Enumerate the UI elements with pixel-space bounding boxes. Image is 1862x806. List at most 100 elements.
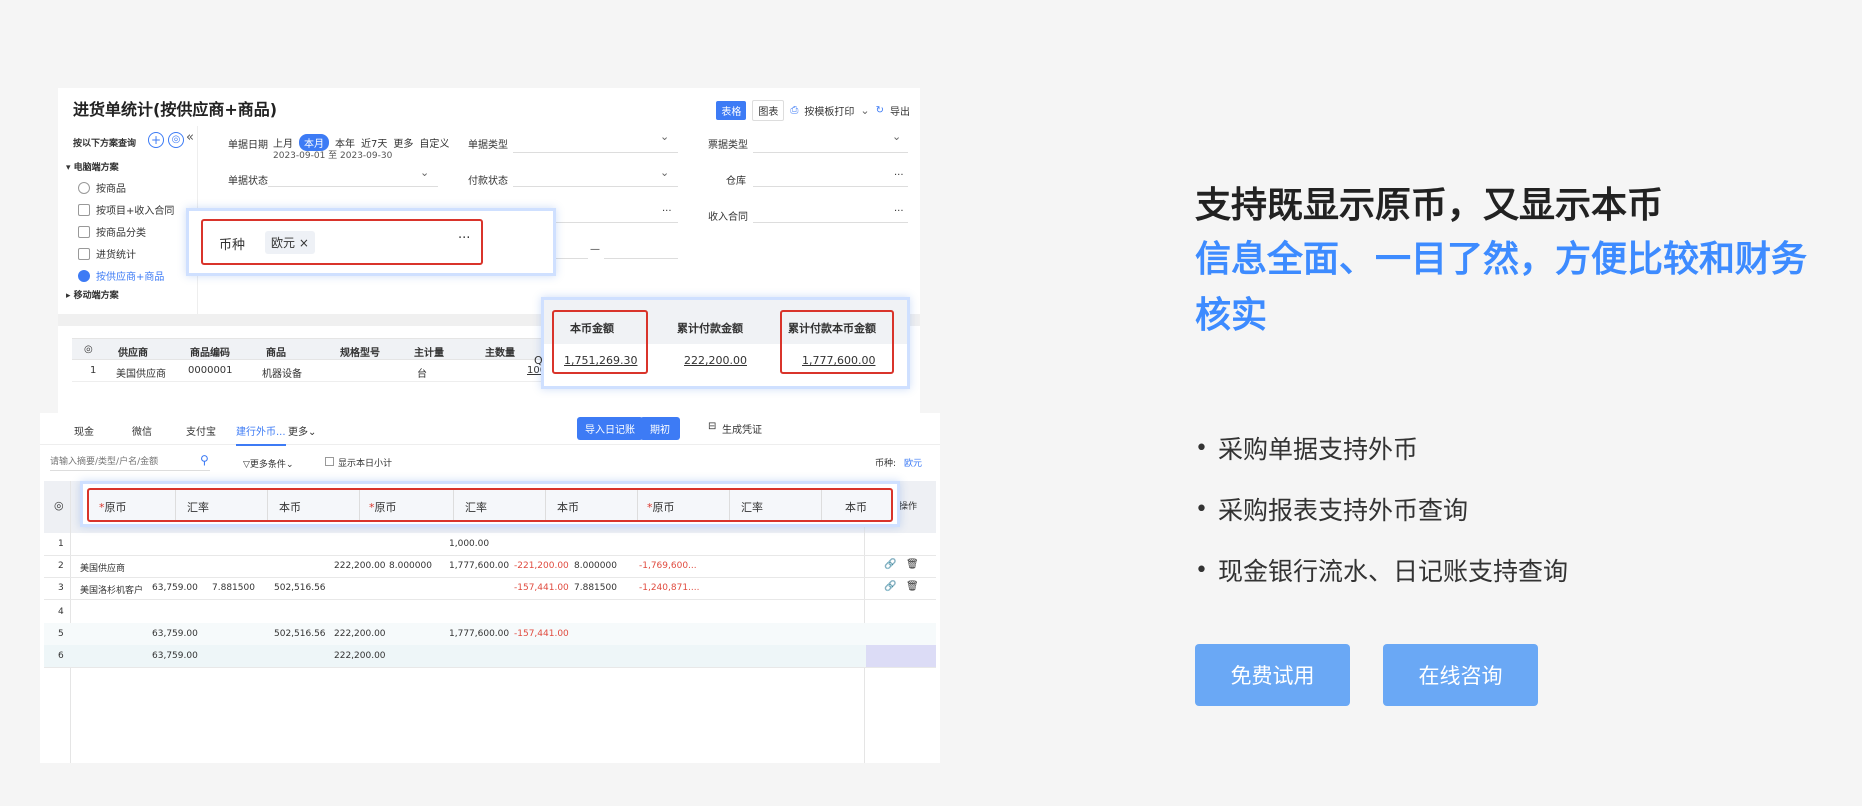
more-icon[interactable]: ··· [458, 231, 470, 246]
quick-date-more[interactable]: 更多 [393, 135, 413, 150]
table-cell: 6 [58, 651, 64, 661]
project-icon [78, 203, 90, 216]
generate-voucher-button[interactable]: 生成凭证 [722, 421, 762, 436]
table-row[interactable]: 4 [44, 601, 936, 624]
cumulative-local-value[interactable]: 1,777,600.00 [802, 354, 875, 367]
search-icon[interactable]: ⚲ [200, 453, 209, 467]
range-to-input[interactable] [604, 258, 678, 259]
table-row[interactable]: 1 1,000.00 [44, 533, 936, 556]
grid-cell: 1 [90, 365, 97, 376]
col-header-local: 本币 [557, 501, 579, 514]
quick-date-custom[interactable]: 自定义 [419, 135, 449, 150]
more-icon[interactable]: ··· [894, 206, 904, 217]
amount-marker: Q [534, 354, 543, 367]
table-cell: 3 [58, 583, 64, 593]
table-cell: 8.000000 [574, 561, 617, 571]
income-contract-select[interactable] [753, 222, 908, 223]
online-consult-button[interactable]: 在线咨询 [1383, 644, 1538, 706]
table-row[interactable]: 6 63,759.00 222,200.00 [44, 645, 936, 668]
currency-highlight: 币种 欧元 × ··· [201, 219, 483, 265]
bill-type-select[interactable] [753, 152, 908, 153]
local-amount-value[interactable]: 1,751,269.30 [564, 354, 637, 367]
link-icon[interactable]: 🔗 [884, 559, 896, 570]
settings-icon[interactable]: ◎ [84, 344, 93, 355]
tab-cash[interactable]: 现金 [74, 423, 94, 438]
more-filters-button[interactable]: ▽更多条件⌄ [243, 457, 293, 470]
currency-filter-value[interactable]: 欧元 [904, 456, 922, 469]
doc-type-select[interactable] [513, 152, 678, 153]
warehouse-select[interactable] [753, 186, 908, 187]
chevron-down-icon[interactable]: ⌄ [660, 166, 669, 179]
bullet-icon: • [1195, 557, 1208, 583]
delete-icon[interactable]: 🗑 [906, 581, 919, 592]
tab-wechat[interactable]: 微信 [132, 423, 152, 438]
table-row[interactable]: 5 63,759.00 502,516.56 222,200.00 1,777,600.… [44, 623, 936, 646]
feature-text: 现金银行流水、日记账支持查询 [1217, 557, 1568, 586]
pay-status-select[interactable] [513, 186, 678, 187]
grid-header: ◎ 供应商 商品编码 商品 规格型号 主计量 主数量 [72, 338, 577, 360]
table-row[interactable]: 3 美国洛杉机客户 63,759.00 7.881500 502,516.56 -157,… [44, 577, 936, 600]
table-cell: -221,200.00 [514, 561, 569, 571]
tree-item-category[interactable]: 按商品分类 [78, 224, 146, 239]
more-icon[interactable]: ··· [894, 170, 904, 181]
view-chart-button[interactable]: 图表 [752, 100, 785, 121]
table-cell: 502,516.56 [274, 629, 326, 639]
delete-icon[interactable]: 🗑 [906, 559, 919, 570]
search-input[interactable] [50, 453, 210, 471]
tree-item-supplier-product[interactable]: 按供应商+商品 [78, 268, 164, 283]
table-cell: 4 [58, 607, 64, 617]
currency-tag-label: 欧元 [271, 236, 296, 250]
print-template-button[interactable]: 按模板打印 [804, 103, 854, 118]
column-divider [729, 490, 730, 520]
tab-ccb-foreign[interactable]: 建行外币... [236, 423, 286, 446]
tab-more[interactable]: 更多⌄ [288, 423, 316, 438]
more-icon[interactable]: ··· [662, 206, 672, 217]
collapse-icon[interactable]: « [186, 130, 194, 145]
doc-status-select[interactable] [268, 186, 438, 187]
export-button[interactable]: 导出 [890, 103, 910, 118]
table-row[interactable]: 1 美国供应商 0000001 机器设备 台 100.00 [72, 360, 577, 382]
column-divider [359, 490, 360, 520]
subtotal-checkbox[interactable] [325, 457, 334, 466]
grid-col-header: 供应商 [118, 348, 148, 359]
col-header-rate: 汇率 [465, 501, 487, 514]
close-icon[interactable]: × [299, 236, 309, 250]
free-trial-button[interactable]: 免费试用 [1195, 644, 1350, 706]
scheme-header: 按以下方案查询 [73, 139, 137, 149]
tree-root-mobile[interactable]: ▸ 移动端方案 [66, 288, 119, 301]
opening-balance-button[interactable]: 期初 [640, 417, 680, 440]
tree-item-label: 按商品分类 [96, 228, 146, 239]
chevron-down-icon[interactable]: ⌄ [892, 130, 901, 143]
tree-root-pc[interactable]: ▾ 电脑端方案 [66, 160, 119, 173]
chevron-down-icon[interactable]: ⌄ [860, 104, 869, 117]
table-cell: 502,516.56 [274, 583, 326, 593]
table-cell: 63,759.00 [152, 583, 198, 593]
print-icon[interactable]: ⎙ [790, 105, 798, 116]
feature-text: 采购报表支持外币查询 [1217, 496, 1468, 525]
tree-item-product[interactable]: 按商品 [78, 180, 126, 195]
settings-icon[interactable]: ◎ [168, 132, 184, 148]
tab-alipay[interactable]: 支付宝 [186, 423, 216, 438]
view-table-button[interactable]: 表格 [716, 101, 747, 120]
chevron-down-icon[interactable]: ⌄ [660, 130, 669, 143]
link-icon[interactable]: 🔗 [884, 581, 896, 592]
column-divider [821, 490, 822, 520]
subheadline: 信息全面、一目了然，方便比较和财务核实 [1195, 239, 1808, 336]
grid-cell: 台 [417, 369, 427, 380]
import-journal-button[interactable]: 导入日记账 [577, 417, 643, 440]
export-icon[interactable]: ↻ [876, 105, 884, 116]
cumulative-paid-value[interactable]: 222,200.00 [684, 354, 747, 367]
amount-col-header: 累计付款金额 [677, 322, 743, 335]
currency-tag[interactable]: 欧元 × [265, 231, 315, 254]
chevron-down-icon[interactable]: ⌄ [420, 166, 429, 179]
currency-columns-highlight: *原币 汇率 本币 *原币 汇率 本币 *原币 汇率 本币 [87, 488, 893, 522]
amount-popup: Q 本币金额 累计付款金额 累计付款本币金额 1,751,269.30 222,… [534, 297, 910, 389]
add-scheme-icon[interactable]: + [148, 132, 164, 148]
voucher-icon[interactable]: ⊟ [708, 421, 716, 432]
tree-item-project-contract[interactable]: 按项目+收入合同 [78, 202, 174, 217]
table-cell: -157,441.00 [514, 583, 569, 593]
tree-item-purchase-stats[interactable]: 进货统计 [78, 246, 136, 261]
filter-icon: ▽ [243, 460, 250, 470]
settings-icon[interactable]: ◎ [54, 499, 64, 512]
table-row[interactable]: 2 美国供应商 222,200.00 8.000000 1,777,600.00 -221… [44, 555, 936, 578]
